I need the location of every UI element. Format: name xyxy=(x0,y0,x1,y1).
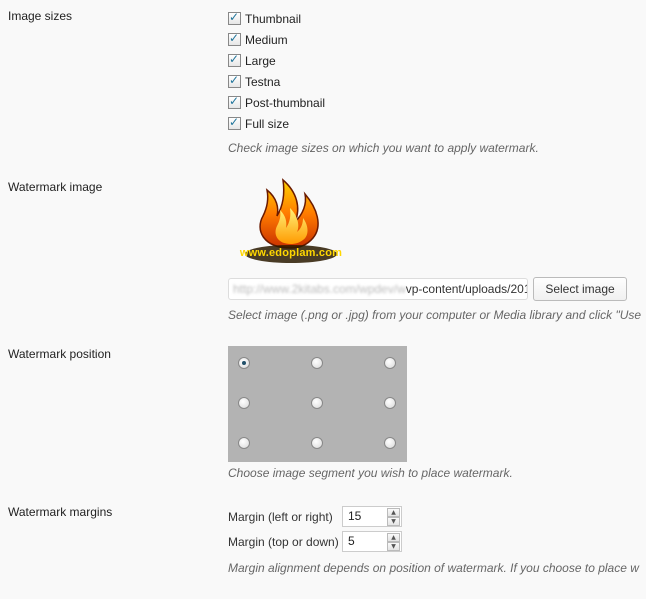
position-radio-bottom-center[interactable] xyxy=(311,437,323,449)
checkbox[interactable]: ✓ xyxy=(228,10,241,25)
margin-left-right-value: 15 xyxy=(348,509,362,523)
checkbox-medium[interactable]: ✓ Medium xyxy=(228,29,325,50)
checkmark-icon: ✓ xyxy=(229,94,240,108)
checkmark-icon: ✓ xyxy=(229,31,240,45)
select-image-button[interactable]: Select image xyxy=(533,277,627,301)
watermark-image-description: Select image (.png or .jpg) from your co… xyxy=(228,308,642,322)
watermark-margins-description: Margin alignment depends on position of … xyxy=(228,561,639,575)
margin-left-right-label: Margin (left or right) xyxy=(228,510,333,524)
watermark-position-label: Watermark position xyxy=(8,347,111,361)
image-sizes-list: ✓ Thumbnail ✓ Medium ✓ Large ✓ Testna ✓ … xyxy=(228,8,325,134)
position-radio-bottom-right[interactable] xyxy=(384,437,396,449)
checkbox-label: Testna xyxy=(245,74,281,89)
checkbox-post-thumbnail[interactable]: ✓ Post-thumbnail xyxy=(228,92,325,113)
checkbox[interactable]: ✓ xyxy=(228,94,241,109)
checkbox-thumbnail[interactable]: ✓ Thumbnail xyxy=(228,8,325,29)
position-radio-top-left[interactable] xyxy=(238,357,250,369)
checkbox-label: Medium xyxy=(245,32,288,47)
margin-top-down-value: 5 xyxy=(348,534,355,548)
arrow-up-icon[interactable]: ▲ xyxy=(387,508,400,517)
image-url-input[interactable]: http://www.2kitabs.com/wpdev/wvp-content… xyxy=(228,278,528,300)
checkmark-icon: ✓ xyxy=(229,73,240,87)
url-visible-part: vp-content/uploads/201 xyxy=(405,282,528,296)
arrow-down-icon[interactable]: ▼ xyxy=(387,542,400,551)
checkbox-label: Post-thumbnail xyxy=(245,95,326,110)
checkbox[interactable]: ✓ xyxy=(228,31,241,46)
margin-top-down-input[interactable]: 5 ▲ ▼ xyxy=(342,531,402,552)
arrow-down-icon[interactable]: ▼ xyxy=(387,517,400,526)
position-grid xyxy=(228,346,407,462)
checkmark-icon: ✓ xyxy=(229,10,240,24)
position-radio-middle-left[interactable] xyxy=(238,397,250,409)
checkmark-icon: ✓ xyxy=(229,52,240,66)
margin-left-right-input[interactable]: 15 ▲ ▼ xyxy=(342,506,402,527)
checkbox[interactable]: ✓ xyxy=(228,52,241,67)
logo-text: www.edoplam.com xyxy=(239,247,343,259)
image-sizes-description: Check image sizes on which you want to a… xyxy=(228,141,539,155)
spinner: ▲ ▼ xyxy=(387,508,400,526)
position-radio-bottom-left[interactable] xyxy=(238,437,250,449)
position-radio-middle-center[interactable] xyxy=(311,397,323,409)
margin-top-down-label: Margin (top or down) xyxy=(228,535,339,549)
checkbox-testna[interactable]: ✓ Testna xyxy=(228,71,325,92)
flame-logo-icon: www.edoplam.com xyxy=(233,178,349,268)
watermark-image-label: Watermark image xyxy=(8,180,103,194)
checkbox-full-size[interactable]: ✓ Full size xyxy=(228,113,325,134)
url-blurred-part: http://www.2kitabs.com/wpdev/w xyxy=(233,282,406,296)
position-radio-top-center[interactable] xyxy=(311,357,323,369)
position-radio-top-right[interactable] xyxy=(384,357,396,369)
watermark-margins-label: Watermark margins xyxy=(8,505,113,519)
checkbox-label: Full size xyxy=(245,116,290,131)
checkbox-label: Large xyxy=(245,53,276,68)
image-sizes-label: Image sizes xyxy=(8,9,73,23)
checkbox-large[interactable]: ✓ Large xyxy=(228,50,325,71)
checkbox[interactable]: ✓ xyxy=(228,73,241,88)
position-radio-middle-right[interactable] xyxy=(384,397,396,409)
checkbox-label: Thumbnail xyxy=(245,11,302,26)
watermark-position-description: Choose image segment you wish to place w… xyxy=(228,466,513,480)
checkbox[interactable]: ✓ xyxy=(228,115,241,130)
arrow-up-icon[interactable]: ▲ xyxy=(387,533,400,542)
spinner: ▲ ▼ xyxy=(387,533,400,551)
checkmark-icon: ✓ xyxy=(229,115,240,129)
